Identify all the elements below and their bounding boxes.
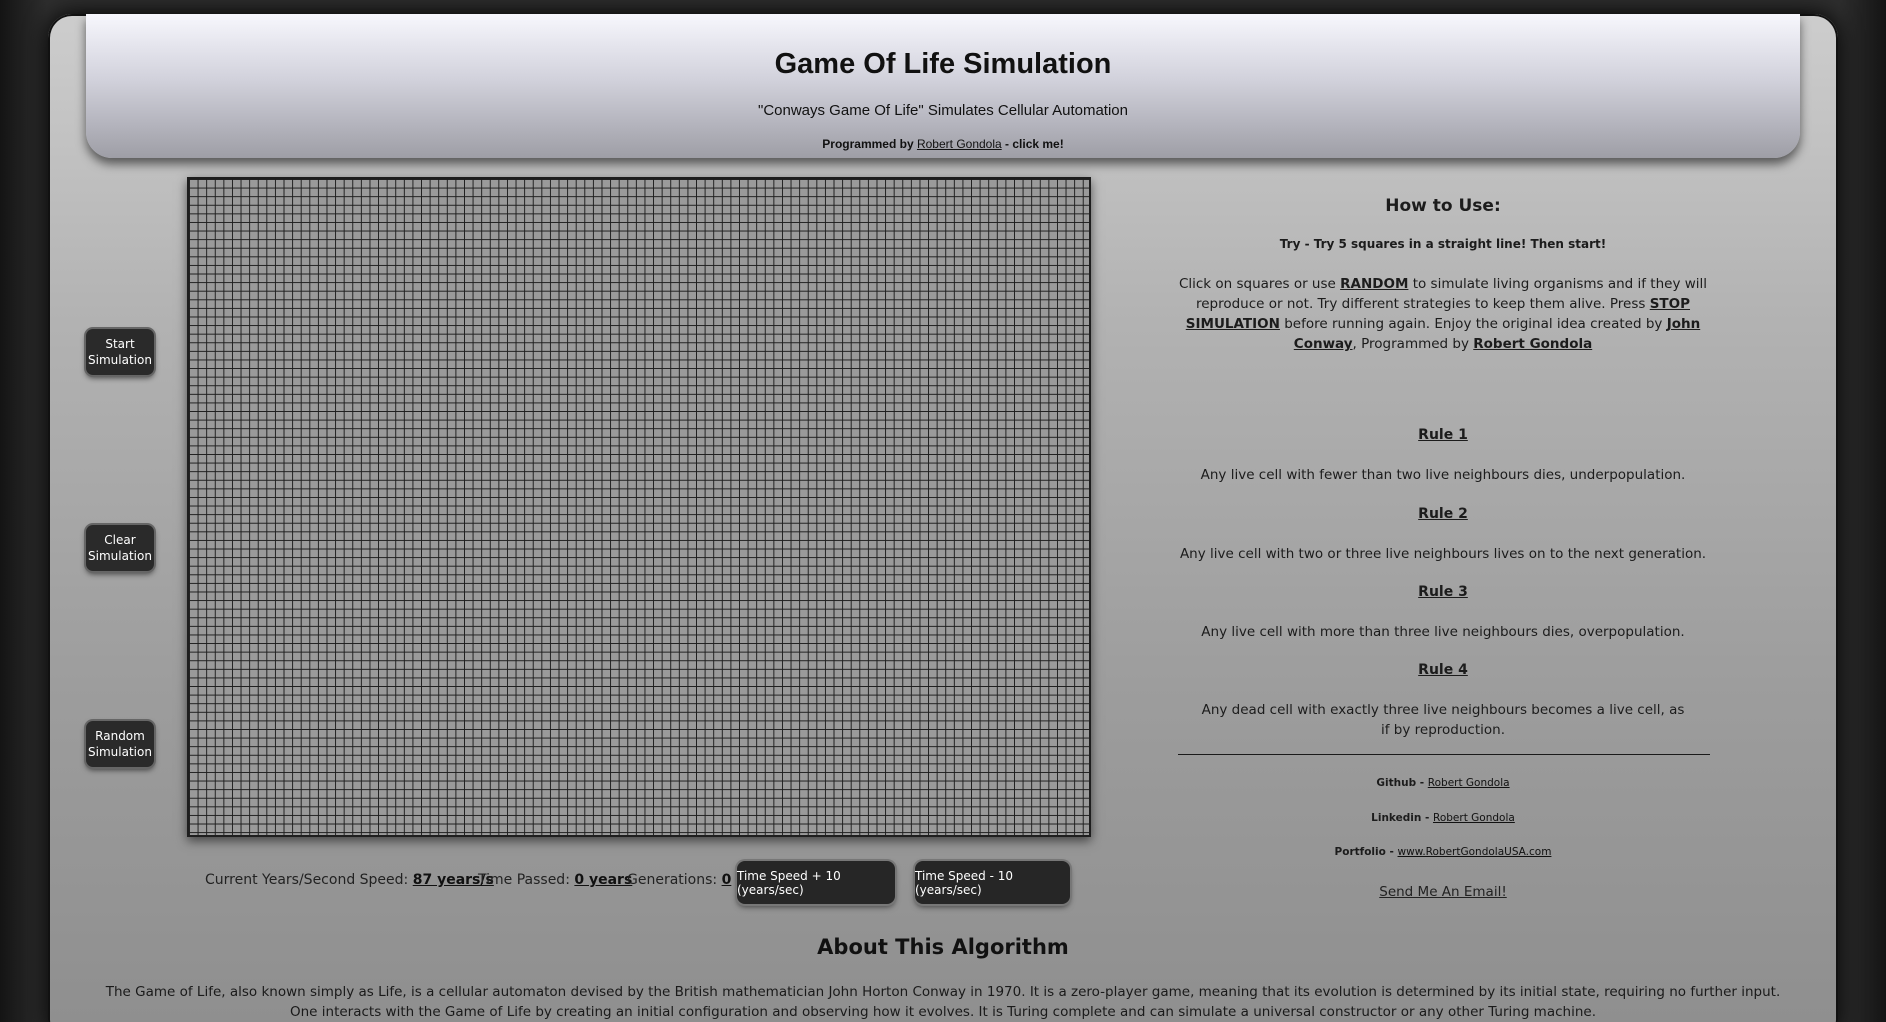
- linkedin-label: Linkedin -: [1371, 812, 1430, 824]
- about-text: The Game of Life, also known simply as L…: [105, 984, 1781, 1020]
- howto-text-3: before running again. Enjoy the original…: [1284, 316, 1663, 332]
- time-value: 0 years: [574, 872, 633, 888]
- portfolio-label: Portfolio -: [1334, 846, 1394, 858]
- random-simulation-button[interactable]: Random Simulation: [86, 721, 154, 767]
- byline-suffix: - click me!: [1001, 137, 1064, 151]
- rule-2-text: Any live cell with two or three live nei…: [1179, 546, 1707, 562]
- rule-4-text: Any dead cell with exactly three live ne…: [1201, 702, 1685, 738]
- clear-simulation-button[interactable]: Clear Simulation: [86, 525, 154, 571]
- howto-author-link[interactable]: Robert Gondola: [1473, 336, 1592, 352]
- generations-stat: Generations: 0: [627, 872, 731, 888]
- github-label: Github -: [1376, 777, 1425, 789]
- rule-1-text: Any live cell with fewer than two live n…: [1200, 467, 1686, 483]
- github-line: Github - Robert Gondola: [1178, 777, 1708, 789]
- rule-1-title: Rule 1: [1418, 427, 1468, 443]
- rule-2-title: Rule 2: [1418, 506, 1468, 522]
- random-link[interactable]: RANDOM: [1340, 276, 1408, 292]
- portfolio-line: Portfolio - www.RobertGondolaUSA.com: [1178, 846, 1708, 858]
- howto-description: Click on squares or use RANDOM to simula…: [1178, 274, 1708, 354]
- author-link[interactable]: Robert Gondola: [917, 137, 1002, 151]
- page-subtitle: "Conways Game Of Life" Simulates Cellula…: [758, 102, 1128, 119]
- byline: Programmed by Robert Gondola - click me!: [86, 137, 1800, 151]
- linkedin-link[interactable]: Robert Gondola: [1433, 812, 1515, 824]
- divider: [1178, 754, 1710, 755]
- rule-4-title: Rule 4: [1418, 662, 1468, 678]
- portfolio-link[interactable]: www.RobertGondolaUSA.com: [1398, 846, 1552, 858]
- email-line: Send Me An Email!: [1178, 884, 1708, 900]
- howto-text-4: , Programmed by: [1352, 336, 1469, 352]
- rule-3-title: Rule 3: [1418, 584, 1468, 600]
- howto-try: Try - Try 5 squares in a straight line! …: [1279, 237, 1607, 251]
- speed-down-button[interactable]: Time Speed - 10 (years/sec): [915, 861, 1070, 904]
- time-stat: Time Passed: 0 years: [478, 872, 632, 888]
- speed-label: Current Years/Second Speed:: [205, 872, 409, 888]
- about-title: About This Algorithm: [817, 935, 1069, 959]
- howto-title: How to Use:: [1385, 196, 1501, 216]
- header-banner: Game Of Life Simulation "Conways Game Of…: [86, 14, 1800, 158]
- byline-prefix: Programmed by: [822, 137, 914, 151]
- rule-3-text: Any live cell with more than three live …: [1201, 624, 1685, 640]
- generations-label: Generations:: [627, 872, 718, 888]
- life-grid[interactable]: [187, 177, 1091, 837]
- howto-text-1: Click on squares or use: [1178, 276, 1336, 292]
- speed-stat: Current Years/Second Speed: 87 years/s: [205, 872, 494, 888]
- time-label: Time Passed:: [478, 872, 570, 888]
- generations-value: 0: [721, 872, 732, 888]
- linkedin-line: Linkedin - Robert Gondola: [1178, 812, 1708, 824]
- speed-up-button[interactable]: Time Speed + 10 (years/sec): [737, 861, 895, 904]
- send-email-link[interactable]: Send Me An Email!: [1379, 884, 1507, 900]
- page-title: Game Of Life Simulation: [774, 48, 1112, 80]
- github-link[interactable]: Robert Gondola: [1428, 777, 1510, 789]
- start-simulation-button[interactable]: Start Simulation: [86, 329, 154, 375]
